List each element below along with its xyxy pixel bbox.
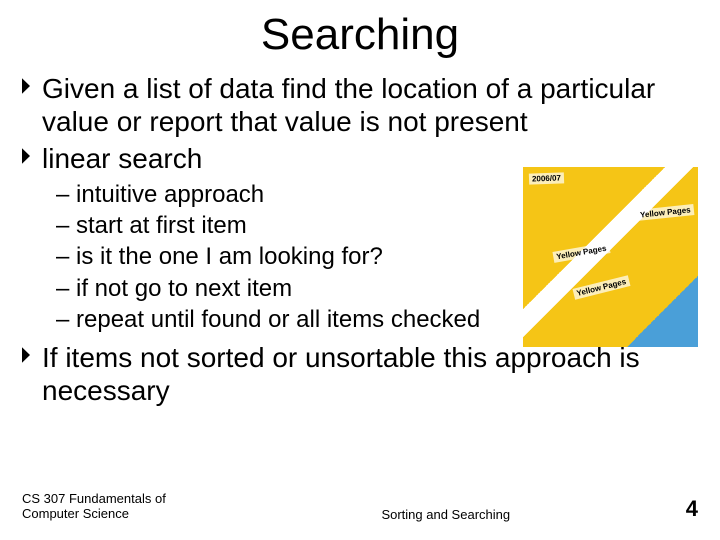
image-label: 2006/07 <box>529 172 564 184</box>
footer-course-line2: Computer Science <box>22 506 166 522</box>
image-label: Yellow Pages <box>573 275 631 299</box>
page-number: 4 <box>686 496 698 522</box>
slide: Searching Given a list of data find the … <box>0 0 720 540</box>
footer-topic: Sorting and Searching <box>166 507 686 522</box>
bullet-item: Given a list of data find the location o… <box>22 72 698 138</box>
bullet-item: If items not sorted or unsortable this a… <box>22 341 698 407</box>
yellow-pages-image: 2006/07 Yellow Pages Yellow Pages Yellow… <box>523 167 698 347</box>
footer-course-line1: CS 307 Fundamentals of <box>22 491 166 507</box>
slide-title: Searching <box>22 10 698 60</box>
footer-course: CS 307 Fundamentals of Computer Science <box>22 491 166 522</box>
image-label: Yellow Pages <box>552 242 610 263</box>
slide-footer: CS 307 Fundamentals of Computer Science … <box>0 491 720 522</box>
image-label: Yellow Pages <box>637 204 695 221</box>
